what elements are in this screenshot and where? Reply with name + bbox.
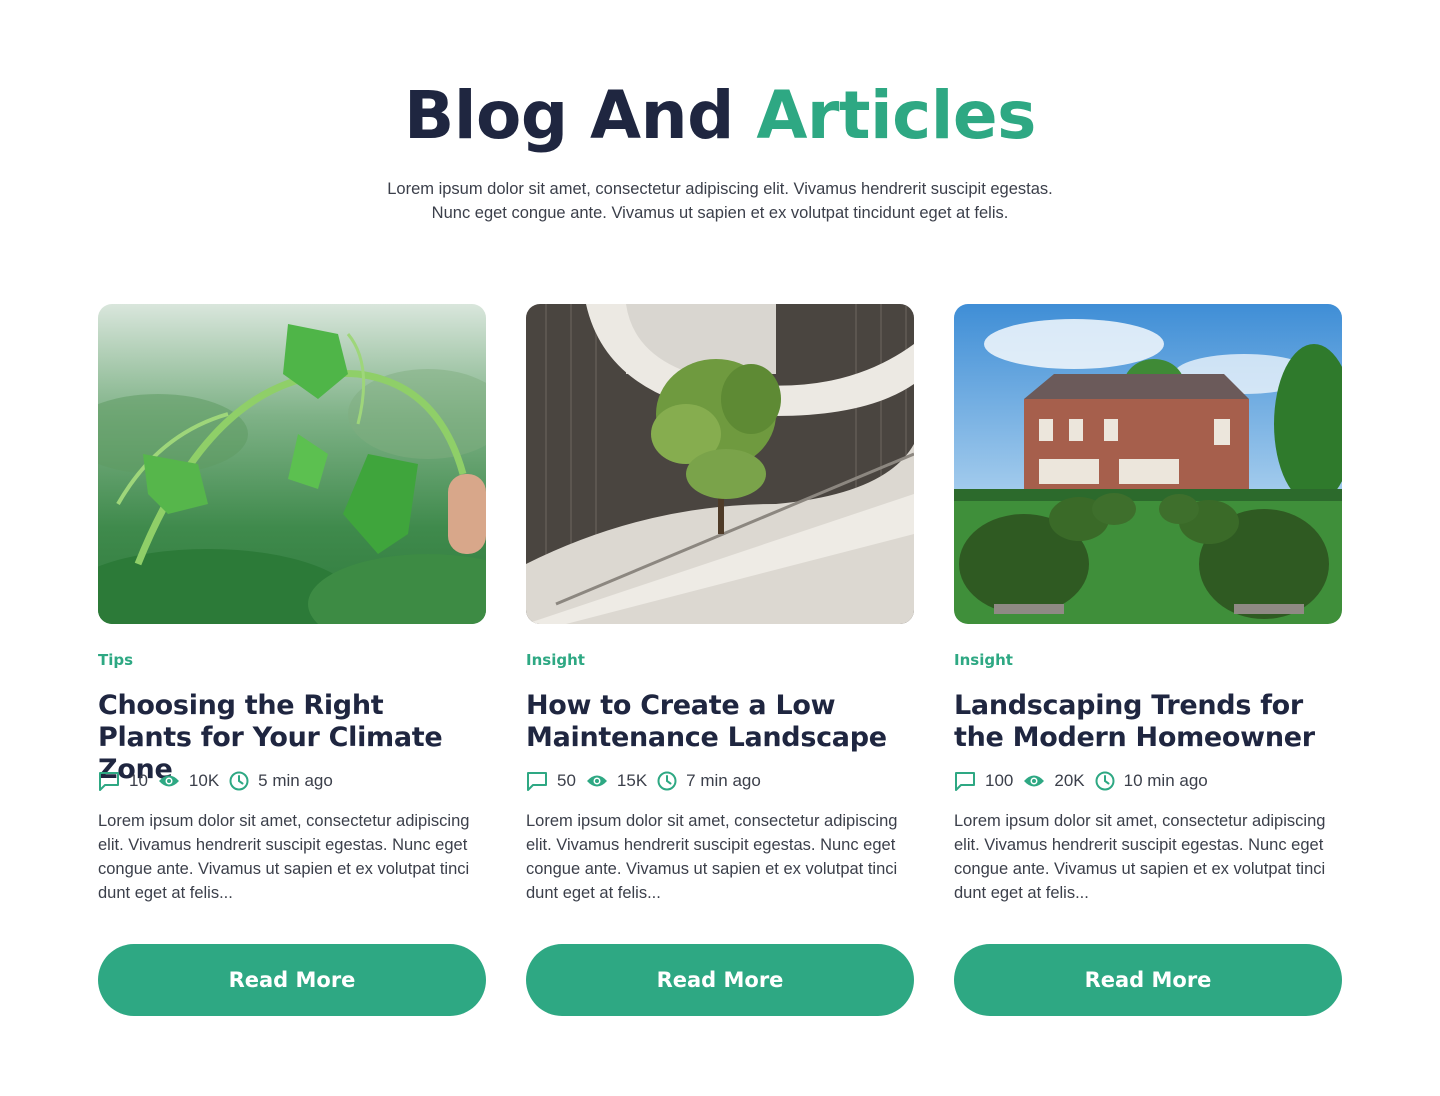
view-count-value: 20K	[1054, 771, 1085, 790]
read-more-button[interactable]: Read More	[526, 944, 914, 1016]
blog-card-list: Tips Choosing the Right Plants for Your …	[98, 304, 1342, 1024]
card-image-plant[interactable]	[98, 304, 486, 624]
comment-count: 100	[954, 771, 1013, 791]
read-time: 10 min ago	[1095, 771, 1208, 791]
read-time-value: 7 min ago	[686, 771, 761, 790]
read-time-value: 10 min ago	[1123, 771, 1208, 790]
read-time: 5 min ago	[229, 771, 333, 791]
read-time: 7 min ago	[657, 771, 761, 791]
view-count: 15K	[586, 771, 647, 791]
card-meta: 10 10K 5 min ago	[98, 768, 343, 794]
house-garden-photo	[954, 304, 1342, 624]
blog-card: Insight Landscaping Trends for the Moder…	[954, 304, 1342, 1016]
comment-count: 50	[526, 771, 576, 791]
comment-count: 10	[98, 771, 148, 791]
plant-photo	[98, 304, 486, 624]
card-tag[interactable]: Insight	[954, 650, 1013, 670]
view-count-value: 10K	[188, 771, 220, 790]
card-title[interactable]: Landscaping Trends for the Modern Homeow…	[954, 690, 1342, 754]
comment-count-value: 50	[557, 771, 576, 790]
card-image-staircase[interactable]	[526, 304, 914, 624]
eye-icon	[1024, 775, 1045, 787]
card-excerpt: Lorem ipsum dolor sit amet, consectetur …	[954, 812, 1326, 902]
clock-icon	[1095, 771, 1115, 791]
view-count-value: 15K	[616, 771, 648, 790]
blog-card: Insight How to Create a Low Maintenance …	[526, 304, 914, 1016]
card-meta: 100 20K 10 min ago	[954, 768, 1218, 794]
eye-icon	[586, 775, 607, 787]
comment-count-value: 100	[985, 771, 1014, 790]
comment-icon	[99, 772, 119, 791]
staircase-photo	[526, 304, 914, 624]
card-excerpt: Lorem ipsum dolor sit amet, consectetur …	[526, 812, 898, 902]
clock-icon	[657, 771, 677, 791]
comment-count-value: 10	[129, 771, 148, 790]
read-time-value: 5 min ago	[258, 771, 333, 790]
card-image-house[interactable]	[954, 304, 1342, 624]
title-accent: Articles	[756, 77, 1036, 154]
blog-card: Tips Choosing the Right Plants for Your …	[98, 304, 486, 1016]
card-title[interactable]: How to Create a Low Maintenance Landscap…	[526, 690, 914, 754]
comment-icon	[527, 772, 547, 791]
read-more-button[interactable]: Read More	[954, 944, 1342, 1016]
card-tag[interactable]: Insight	[526, 650, 585, 670]
eye-icon	[158, 775, 179, 787]
card-meta: 50 15K 7 min ago	[526, 768, 771, 794]
view-count: 20K	[1023, 771, 1085, 791]
subtitle-line-1: Lorem ipsum dolor sit amet, consectetur …	[387, 180, 1053, 198]
comment-icon	[955, 772, 975, 791]
section-title: Blog And Articles	[0, 78, 1440, 154]
section-subtitle: Lorem ipsum dolor sit amet, consectetur …	[320, 177, 1120, 225]
subtitle-line-2: Nunc eget congue ante. Vivamus ut sapien…	[431, 204, 1009, 222]
title-main: Blog And	[404, 77, 734, 154]
view-count: 10K	[158, 771, 219, 791]
card-tag[interactable]: Tips	[98, 650, 133, 670]
read-more-button[interactable]: Read More	[98, 944, 486, 1016]
card-excerpt: Lorem ipsum dolor sit amet, consectetur …	[98, 812, 470, 902]
clock-icon	[229, 771, 249, 791]
